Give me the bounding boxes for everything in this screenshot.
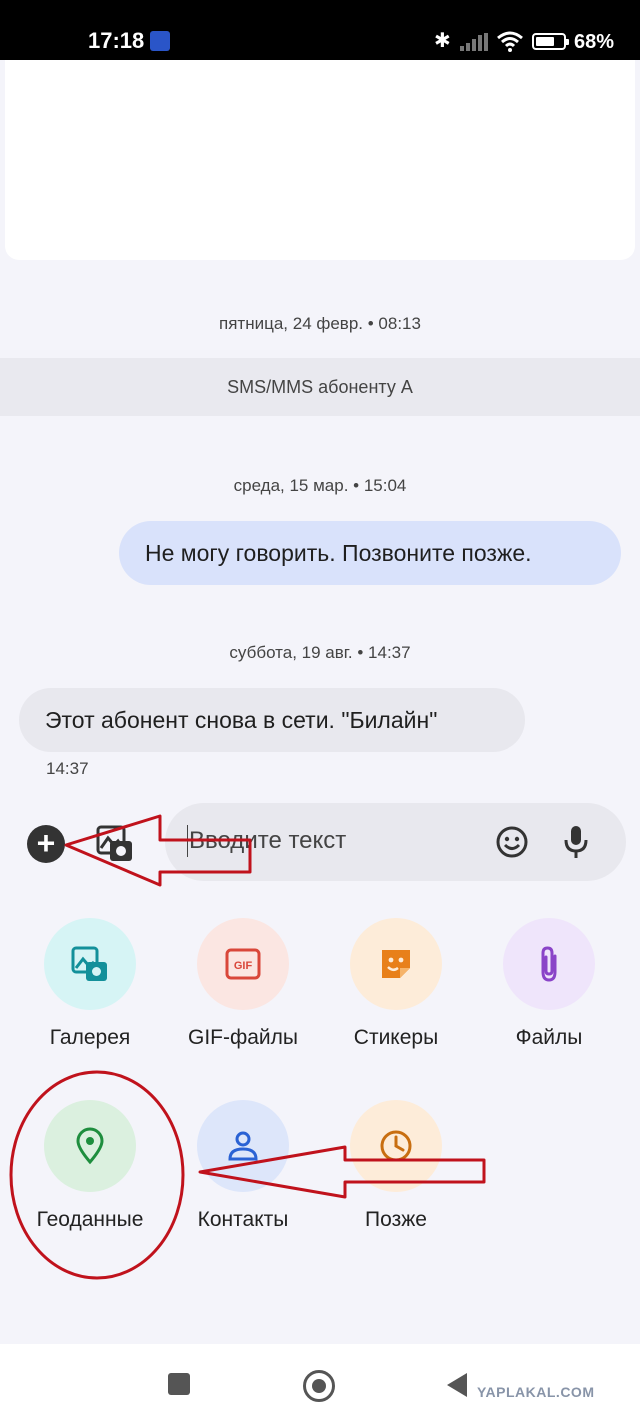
gif-icon: GIF (197, 918, 289, 1010)
outgoing-message[interactable]: Не могу говорить. Позвоните позже. (119, 521, 621, 585)
attach-files[interactable]: Файлы (474, 918, 624, 1050)
contact-icon (197, 1100, 289, 1192)
incoming-message[interactable]: Этот абонент снова в сети. "Билайн" (19, 688, 525, 752)
attach-gif[interactable]: GIF GIF-файлы (168, 918, 318, 1050)
attach-gallery-label: Галерея (49, 1026, 131, 1049)
recent-apps-button[interactable] (168, 1373, 190, 1395)
battery-percent: 68% (574, 31, 615, 53)
emoji-button[interactable] (495, 825, 529, 859)
microphone-button[interactable] (563, 825, 589, 859)
attach-gif-label: GIF-файлы (187, 1026, 299, 1049)
attach-location[interactable]: Геоданные (15, 1100, 165, 1232)
message-input[interactable]: Вводите текст (165, 803, 626, 881)
sticker-icon (350, 918, 442, 1010)
text-caret (187, 825, 188, 857)
watermark: YAPLAKAL.COM (477, 1384, 595, 1400)
attach-stickers-label: Стикеры (353, 1026, 439, 1049)
attach-gallery[interactable]: Галерея (15, 918, 165, 1050)
attach-stickers[interactable]: Стикеры (321, 918, 471, 1050)
message-input-placeholder[interactable]: Вводите текст (189, 827, 346, 855)
home-button[interactable] (303, 1370, 335, 1402)
gallery-button[interactable] (96, 824, 134, 864)
signal-icon (460, 33, 488, 51)
svg-text:GIF: GIF (234, 960, 253, 972)
gallery-icon (44, 918, 136, 1010)
location-pin-icon (44, 1100, 136, 1192)
back-button[interactable] (447, 1373, 467, 1397)
gosuslugi-icon (150, 31, 170, 51)
date-stamp: пятница, 24 февр. • 08:13 (219, 314, 421, 333)
paperclip-icon (503, 918, 595, 1010)
status-time: 17:18 (88, 28, 145, 53)
attach-location-label: Геоданные (36, 1208, 144, 1231)
status-bar: 17:18 ✱ 68% (0, 0, 640, 60)
clock-icon (350, 1100, 442, 1192)
attach-files-label: Файлы (515, 1026, 583, 1049)
attach-later[interactable]: Позже (321, 1100, 471, 1232)
date-stamp: суббота, 19 авг. • 14:37 (229, 643, 411, 662)
conversation-header (5, 60, 635, 260)
attach-later-label: Позже (365, 1208, 427, 1231)
bluetooth-icon: ✱ (434, 30, 451, 52)
message-time: 14:37 (46, 759, 89, 778)
battery-icon (532, 33, 569, 50)
attach-contacts[interactable]: Контакты (168, 1100, 318, 1232)
add-attachment-button[interactable]: + (27, 825, 65, 863)
sim-banner-text: SMS/MMS абоненту A (227, 377, 413, 397)
wifi-icon (497, 31, 523, 52)
attach-contacts-label: Контакты (197, 1208, 289, 1231)
sim-banner: SMS/MMS абоненту A (0, 358, 640, 416)
date-stamp: среда, 15 мар. • 15:04 (233, 476, 407, 495)
